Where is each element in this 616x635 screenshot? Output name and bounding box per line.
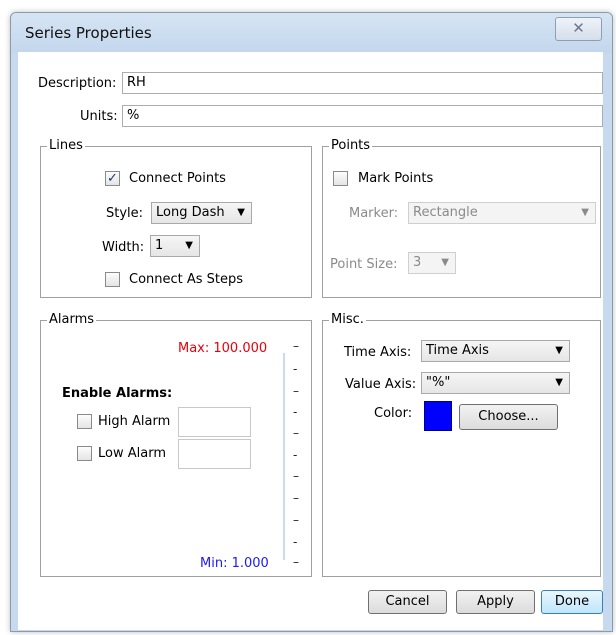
scale-tick: -	[293, 405, 298, 419]
width-select-value: 1	[155, 238, 164, 253]
scale-tick: –	[293, 384, 299, 398]
style-select-value: Long Dash	[156, 205, 225, 220]
low-alarm-label: Low Alarm	[98, 446, 166, 461]
alarm-min-label: Min: 1.000	[200, 556, 269, 571]
chevron-down-icon: ▼	[555, 377, 563, 388]
connect-as-steps-checkbox[interactable]	[105, 272, 120, 287]
point-size-label: Point Size:	[330, 257, 398, 272]
chevron-down-icon: ▼	[441, 257, 449, 268]
alarms-group-title: Alarms	[47, 312, 97, 327]
width-label: Width:	[102, 240, 145, 255]
units-label: Units:	[80, 109, 118, 124]
scale-tick: -	[293, 362, 298, 376]
color-swatch[interactable]	[424, 401, 452, 431]
done-button[interactable]: Done	[541, 590, 603, 614]
misc-group-title: Misc.	[329, 312, 366, 327]
low-alarm-checkbox[interactable]	[77, 446, 92, 461]
lines-group-title: Lines	[47, 138, 85, 153]
connect-points-label: Connect Points	[129, 171, 226, 186]
time-axis-label: Time Axis:	[344, 345, 412, 360]
value-axis-select-value: "%"	[426, 375, 451, 390]
cancel-button[interactable]: Cancel	[368, 590, 447, 614]
points-group-title: Points	[329, 138, 373, 153]
title-bar: Series Properties ✕	[11, 13, 612, 53]
width-select[interactable]: 1 ▼	[150, 235, 200, 257]
scale-tick: –	[293, 491, 299, 505]
high-alarm-label: High Alarm	[98, 414, 171, 429]
close-button[interactable]: ✕	[555, 17, 602, 41]
alarm-max-label: Max: 100.000	[178, 341, 268, 356]
style-select[interactable]: Long Dash ▼	[151, 202, 252, 224]
scale-tick: –	[293, 339, 299, 353]
marker-select[interactable]: Rectangle ▼	[408, 202, 596, 224]
time-axis-select-value: Time Axis	[426, 343, 489, 358]
description-label: Description:	[38, 76, 117, 91]
marker-label: Marker:	[349, 206, 399, 221]
value-axis-select[interactable]: "%" ▼	[421, 372, 570, 394]
alarm-scale-bar[interactable]	[283, 353, 285, 560]
low-alarm-input[interactable]	[178, 439, 251, 469]
chevron-down-icon: ▼	[581, 207, 589, 218]
mark-points-checkbox[interactable]	[333, 171, 348, 186]
connect-as-steps-label: Connect As Steps	[129, 272, 244, 287]
scale-tick: -	[293, 535, 298, 549]
scale-tick: –	[293, 513, 299, 527]
color-label: Color:	[374, 406, 413, 421]
chevron-down-icon: ▼	[237, 207, 245, 218]
chevron-down-icon: ▼	[555, 345, 563, 356]
connect-points-checkbox[interactable]: ✓	[105, 171, 120, 186]
high-alarm-checkbox[interactable]	[77, 414, 92, 429]
value-axis-label: Value Axis:	[345, 377, 417, 392]
units-input[interactable]: %	[122, 105, 603, 127]
scale-tick: –	[293, 555, 299, 569]
close-icon: ✕	[572, 19, 585, 37]
description-input[interactable]: RH	[122, 72, 603, 94]
style-label: Style:	[106, 206, 144, 221]
enable-alarms-heading: Enable Alarms:	[62, 386, 173, 401]
scale-tick: –	[293, 469, 299, 483]
mark-points-label: Mark Points	[358, 171, 434, 186]
marker-select-value: Rectangle	[413, 205, 478, 220]
scale-tick: -	[293, 448, 298, 462]
high-alarm-input[interactable]	[178, 407, 251, 437]
choose-color-button[interactable]: Choose...	[459, 404, 558, 430]
apply-button[interactable]: Apply	[456, 590, 535, 614]
point-size-select[interactable]: 3 ▼	[408, 252, 456, 274]
chevron-down-icon: ▼	[185, 240, 193, 251]
scale-tick: –	[293, 426, 299, 440]
check-icon: ✓	[107, 171, 118, 186]
time-axis-select[interactable]: Time Axis ▼	[421, 340, 570, 362]
dialog-title: Series Properties	[25, 24, 152, 42]
point-size-select-value: 3	[413, 255, 422, 270]
